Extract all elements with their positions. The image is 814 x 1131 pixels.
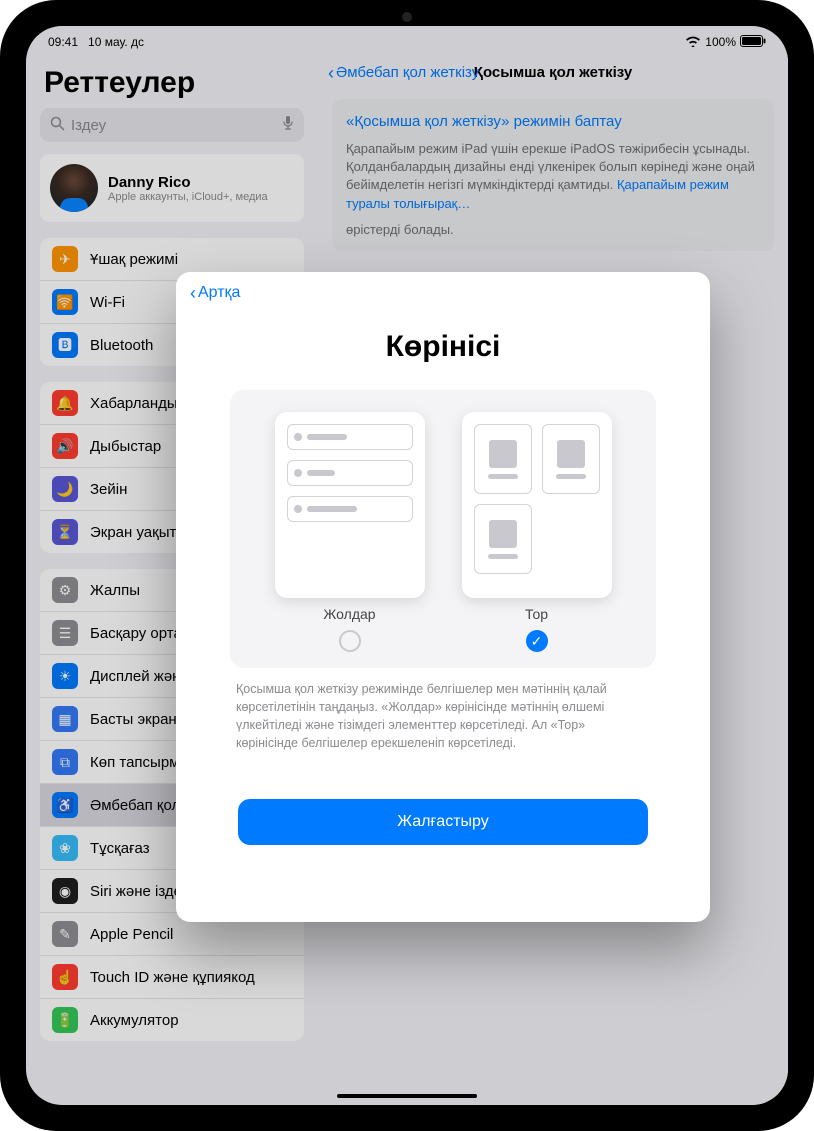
chevron-left-icon: ‹ [190, 284, 196, 302]
sheet-back-label: Артқа [198, 284, 240, 302]
sheet-title: Көрінісі [230, 330, 656, 364]
front-camera [402, 12, 412, 22]
rows-preview [275, 412, 425, 598]
continue-label: Жалғастыру [397, 813, 488, 831]
continue-button[interactable]: Жалғастыру [238, 799, 648, 845]
appearance-sheet: ‹ Артқа Көрінісі Жолдар [176, 272, 710, 922]
appearance-choice-area: Жолдар Тор ✓ [230, 390, 656, 668]
choice-rows-label: Жолдар [323, 606, 375, 622]
home-indicator[interactable] [337, 1094, 477, 1098]
grid-preview [462, 412, 612, 598]
radio-grid[interactable]: ✓ [526, 630, 548, 652]
choice-grid-label: Тор [525, 606, 548, 622]
choice-grid[interactable]: Тор ✓ [462, 412, 612, 652]
appearance-explain: Қосымша қол жеткізу режимінде белгішелер… [236, 680, 650, 753]
sheet-back-button[interactable]: ‹ Артқа [190, 284, 696, 302]
choice-rows[interactable]: Жолдар [275, 412, 425, 652]
radio-rows[interactable] [339, 630, 361, 652]
